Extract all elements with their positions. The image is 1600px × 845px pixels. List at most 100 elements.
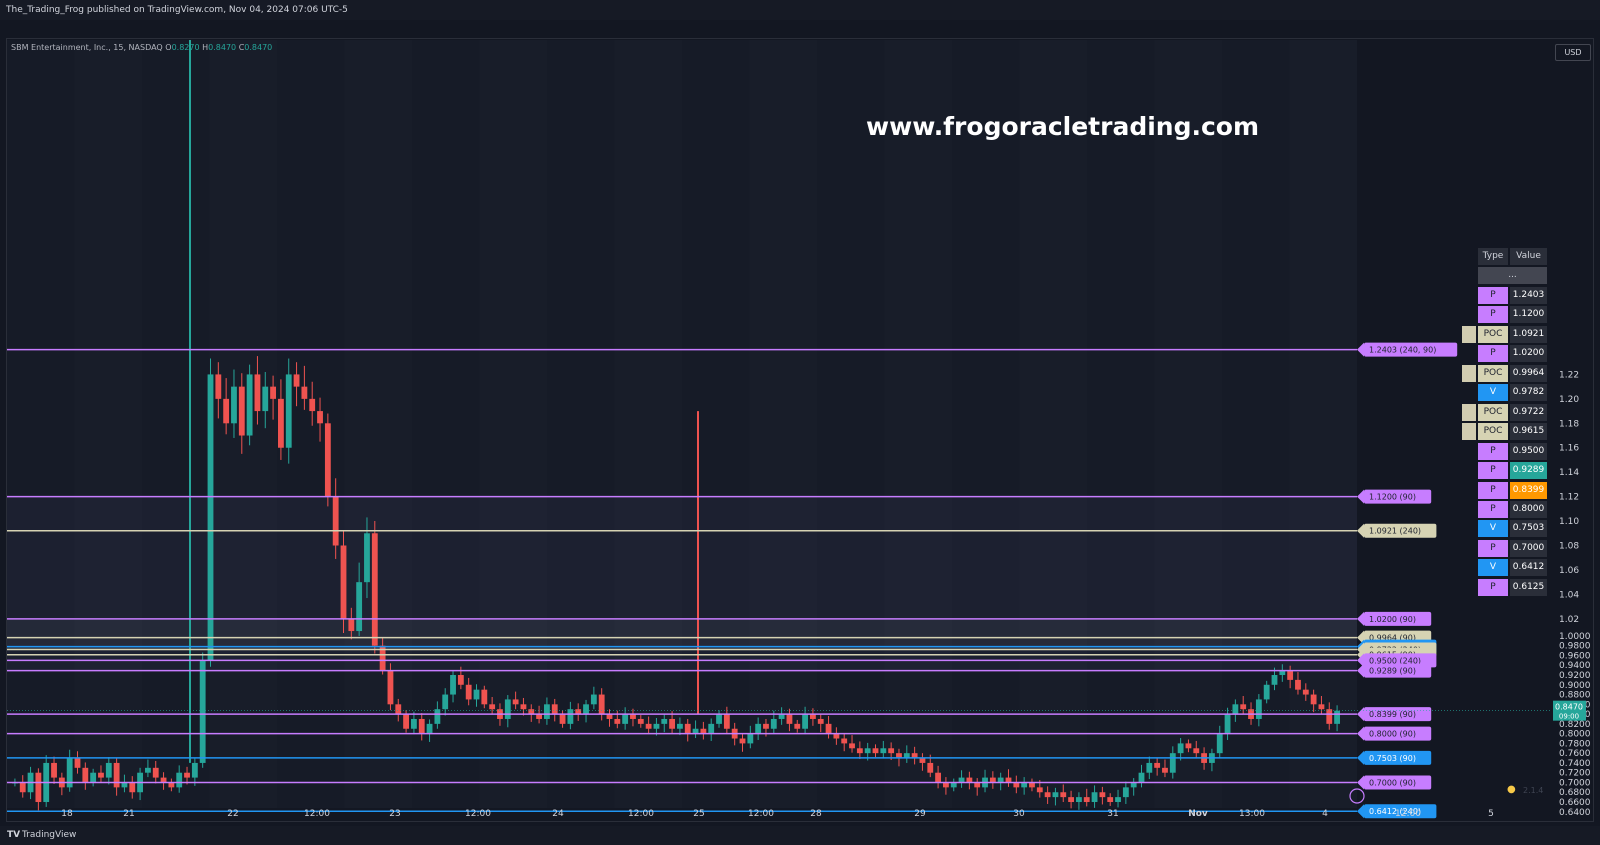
candle-body xyxy=(1287,670,1294,680)
table-value-cell: 0.9964 xyxy=(1510,364,1547,382)
table-value-cell: 0.9782 xyxy=(1510,384,1547,402)
table-header-type: Type xyxy=(1478,248,1508,265)
candle-body xyxy=(278,398,284,448)
candle-body xyxy=(1263,684,1270,700)
candle-body xyxy=(544,704,550,719)
time-tick-label: 12:00 xyxy=(628,809,654,819)
level-label-arrow xyxy=(1357,523,1364,538)
table-value-cell: 1.1200 xyxy=(1510,306,1547,324)
candle-body xyxy=(504,699,511,719)
time-tick-label: 24 xyxy=(552,809,564,819)
table-type-cell: V xyxy=(1478,384,1508,402)
candle-body xyxy=(802,714,808,729)
level-label: 1.2403 (240, 90) xyxy=(1369,346,1436,355)
time-tick-label: 18 xyxy=(61,809,73,819)
time-tick-label: 12:00 xyxy=(1395,809,1421,819)
level-label-arrow xyxy=(1357,750,1364,765)
currency-button[interactable]: USD xyxy=(1555,44,1591,61)
level-label: 0.7503 (90) xyxy=(1369,754,1416,763)
poc-side-tag xyxy=(1462,423,1476,441)
level-label: 0.9289 (90) xyxy=(1369,667,1416,676)
candle-body xyxy=(598,694,605,715)
candle-body xyxy=(1310,694,1317,705)
table-type-cell: POC xyxy=(1478,403,1508,421)
candle-body xyxy=(442,694,449,710)
high-value: 0.8470 xyxy=(208,43,237,52)
candle-body xyxy=(191,762,198,778)
candle-body xyxy=(301,386,308,399)
poc-side-tag xyxy=(1462,403,1476,421)
price-chart[interactable]: 1.2403 (240, 90) 1.1200 (90) 1.0921 (240) 1… xyxy=(0,0,1600,845)
level-label: 1.0200 (90) xyxy=(1369,615,1416,624)
price-tick-label: 0.7000 xyxy=(1559,778,1591,788)
candle-body xyxy=(356,582,363,632)
price-tick-label: 0.9800 xyxy=(1559,642,1591,652)
table-type-cell: POC xyxy=(1478,423,1508,441)
candle-body xyxy=(1154,762,1161,768)
price-tick-label: 1.14 xyxy=(1559,468,1579,478)
candle-body xyxy=(1099,792,1106,798)
candle-body xyxy=(1295,679,1301,690)
candle-body xyxy=(723,714,730,729)
candle-body xyxy=(340,545,347,619)
price-tick-label: 0.6600 xyxy=(1559,798,1591,808)
time-tick-label: 30 xyxy=(1013,809,1025,819)
session-band xyxy=(1020,40,1088,808)
candle-body xyxy=(317,411,323,424)
candle-body xyxy=(223,398,230,424)
candle-body xyxy=(1177,743,1184,754)
tradingview-brand[interactable]: TradingView xyxy=(22,826,76,845)
candle-body xyxy=(1060,792,1067,798)
candle-body xyxy=(450,675,456,695)
candle-body xyxy=(520,704,527,710)
candle-body xyxy=(1036,787,1043,793)
candle-body xyxy=(1255,699,1262,719)
candle-body xyxy=(1318,704,1325,710)
candle-body xyxy=(1115,797,1121,803)
time-tick-label: 25 xyxy=(693,809,704,819)
candle-body xyxy=(637,718,644,724)
price-tick-label: 0.8200 xyxy=(1559,720,1591,730)
candle-body xyxy=(231,386,237,424)
candle-body xyxy=(1326,709,1333,724)
tradingview-logo-icon[interactable]: TV xyxy=(7,826,20,845)
candle-body xyxy=(1091,792,1098,803)
candle-body xyxy=(1224,714,1231,734)
candle-body xyxy=(864,748,871,754)
candle-body xyxy=(246,374,253,436)
candle-body xyxy=(849,743,855,749)
table-type-cell: P xyxy=(1478,442,1508,460)
candle-body xyxy=(489,704,496,710)
candle-body xyxy=(215,374,222,399)
last-price-value: 0.8470 xyxy=(1555,703,1583,712)
time-tick-label: 12:00 xyxy=(304,809,330,819)
price-tick-label: 0.7200 xyxy=(1559,769,1591,779)
table-value-cell: 0.7000 xyxy=(1510,539,1547,557)
candle-body xyxy=(1076,797,1082,803)
price-tick-label: 1.22 xyxy=(1559,370,1579,380)
candle-body xyxy=(418,718,425,734)
candle-body xyxy=(677,723,683,729)
candle-body xyxy=(567,709,574,724)
candle-body xyxy=(270,386,276,399)
candle-body xyxy=(512,699,519,705)
candle-body xyxy=(1302,689,1309,695)
symbol-name: SBM Entertainment, Inc., 15, NASDAQ xyxy=(11,43,163,52)
table-type-cell: P xyxy=(1478,287,1508,304)
time-tick-label: 4 xyxy=(1322,809,1328,819)
candle-body xyxy=(1044,792,1051,798)
candle-body xyxy=(465,684,472,700)
level-label-arrow xyxy=(1357,663,1364,678)
candle-body xyxy=(238,386,245,436)
candle-body xyxy=(528,709,535,715)
poc-side-tag xyxy=(1462,325,1476,343)
candle-body xyxy=(98,772,104,778)
candle-body xyxy=(841,738,848,744)
price-tick-label: 1.04 xyxy=(1559,590,1579,600)
time-tick-label: 13:00 xyxy=(1239,809,1265,819)
candle-body xyxy=(786,714,793,724)
symbol-legend[interactable]: SBM Entertainment, Inc., 15, NASDAQ O0.8… xyxy=(11,43,272,52)
level-label: 1.0921 (240) xyxy=(1369,527,1421,536)
candle-body xyxy=(82,767,89,783)
candle-body xyxy=(19,782,26,793)
